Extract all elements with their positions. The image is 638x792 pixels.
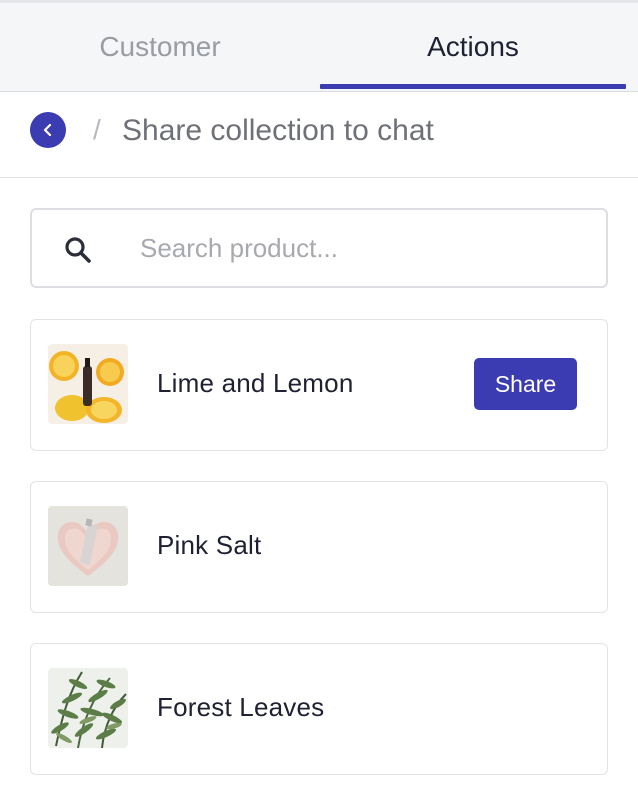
product-card-pink-salt[interactable]: Pink Salt: [30, 481, 608, 613]
product-card-forest-leaves[interactable]: Forest Leaves: [30, 643, 608, 775]
product-name: Forest Leaves: [157, 692, 325, 722]
tab-customer[interactable]: Customer: [0, 3, 320, 91]
tab-bar: Customer Actions: [0, 0, 638, 92]
product-thumbnail: [48, 668, 128, 748]
search-icon: [65, 237, 91, 263]
product-name: Lime and Lemon: [157, 368, 354, 398]
product-thumbnail: [48, 344, 128, 424]
tab-actions[interactable]: Actions: [320, 3, 626, 91]
chevron-left-icon: [43, 123, 52, 137]
active-tab-indicator: [320, 84, 626, 89]
search-box: [30, 208, 608, 288]
back-button[interactable]: [30, 112, 66, 148]
page-title: Share collection to chat: [122, 114, 434, 147]
breadcrumb-separator: /: [93, 114, 101, 145]
search-input[interactable]: [140, 212, 590, 284]
product-card-lime-and-lemon[interactable]: Lime and Lemon Share: [30, 319, 608, 451]
breadcrumb: / Share collection to chat: [0, 92, 638, 178]
product-name: Pink Salt: [157, 530, 262, 560]
product-thumbnail: [48, 506, 128, 586]
share-button[interactable]: Share: [474, 358, 577, 410]
